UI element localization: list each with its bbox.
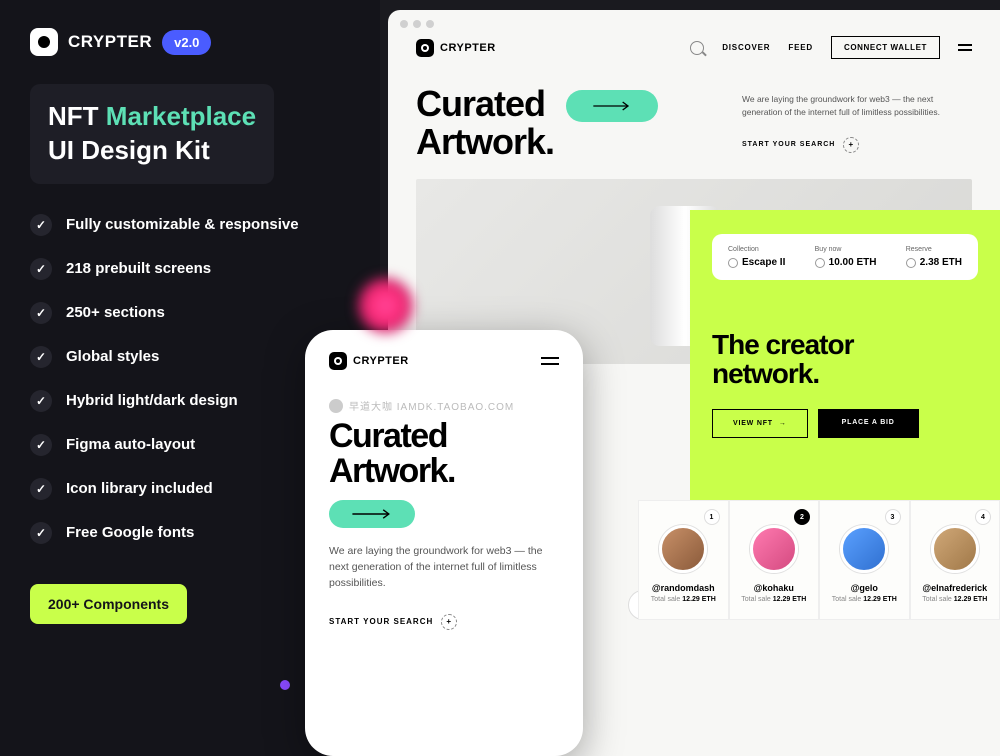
crypter-logo-icon: [416, 39, 434, 57]
decorative-dot: [280, 680, 290, 690]
tagline-uikit: UI Design Kit: [48, 134, 256, 168]
mobile-preview: CRYPTER 早道大咖 IAMDK.TAOBAO.COM Curated Ar…: [305, 330, 583, 756]
check-icon: [30, 258, 52, 280]
check-icon: [30, 302, 52, 324]
start-search-link[interactable]: START YOUR SEARCH +: [329, 614, 559, 630]
avatar: [750, 525, 798, 573]
creator-heading: The creator network.: [712, 330, 978, 389]
hero-section: Curated Artwork. We are laying the groun…: [388, 77, 1000, 179]
components-badge: 200+ Components: [30, 584, 187, 624]
plus-circle-icon: +: [441, 614, 457, 630]
check-icon: [30, 434, 52, 456]
rank-badge: 2: [794, 509, 810, 525]
mobile-hero-subtitle: We are laying the groundwork for web3 — …: [329, 544, 559, 591]
check-icon: [30, 390, 52, 412]
avatar: [659, 525, 707, 573]
feature-item: Global styles: [30, 346, 350, 368]
window-controls: [400, 20, 434, 28]
tagline-nft: NFT: [48, 101, 99, 131]
feature-item: Figma auto-layout: [30, 434, 350, 456]
nav-brand[interactable]: CRYPTER: [329, 352, 409, 370]
creator-card[interactable]: 1 @randomdash Total sale 12.29 ETH: [638, 500, 729, 620]
rank-badge: 1: [704, 509, 720, 525]
arrow-pill-icon[interactable]: [566, 90, 658, 122]
connect-wallet-button[interactable]: CONNECT WALLET: [831, 36, 940, 59]
creator-name: @gelo: [830, 583, 899, 593]
brand-name: CRYPTER: [68, 32, 152, 52]
menu-icon[interactable]: [958, 44, 972, 51]
creator-network-panel: Collection Escape II Buy now 10.00 ETH R…: [690, 210, 1000, 500]
arrow-pill-icon[interactable]: [329, 500, 415, 528]
tagline: NFT Marketplace UI Design Kit: [30, 84, 274, 184]
version-badge: v2.0: [162, 30, 211, 55]
hero-subtitle: We are laying the groundwork for web3 — …: [742, 93, 972, 119]
creator-sale: Total sale 12.29 ETH: [740, 596, 809, 603]
search-icon[interactable]: [690, 41, 704, 55]
rank-badge: 3: [885, 509, 901, 525]
creator-sale: Total sale 12.29 ETH: [649, 596, 718, 603]
plus-circle-icon: +: [843, 137, 859, 153]
feature-item: Hybrid light/dark design: [30, 390, 350, 412]
creator-card[interactable]: 4 @elnafrederick Total sale 12.29 ETH: [910, 500, 1000, 620]
creator-name: @randomdash: [649, 583, 718, 593]
feature-item: Free Google fonts: [30, 522, 350, 544]
menu-icon[interactable]: [541, 357, 559, 365]
rank-badge: 4: [975, 509, 991, 525]
crypter-logo-icon: [30, 28, 58, 56]
creator-name: @kohaku: [740, 583, 809, 593]
decorative-orb: [358, 278, 413, 333]
check-icon: [30, 214, 52, 236]
feature-item: 218 prebuilt screens: [30, 258, 350, 280]
mobile-hero-title: Curated Artwork.: [329, 419, 559, 488]
watermark-icon: [329, 399, 343, 413]
nft-info-card: Collection Escape II Buy now 10.00 ETH R…: [712, 234, 978, 280]
creator-sale: Total sale 12.29 ETH: [830, 596, 899, 603]
arrow-right-icon: →: [779, 420, 787, 427]
tagline-marketplace: Marketplace: [106, 101, 256, 131]
hero-title: Curated Artwork.: [416, 85, 712, 161]
mobile-nav: CRYPTER: [329, 352, 559, 370]
feature-item: Fully customizable & responsive: [30, 214, 350, 236]
avatar: [840, 525, 888, 573]
feature-item: 250+ sections: [30, 302, 350, 324]
nav-feed[interactable]: FEED: [788, 43, 813, 52]
creator-name: @elnafrederick: [921, 583, 990, 593]
check-icon: [30, 522, 52, 544]
avatar: [931, 525, 979, 573]
creator-card[interactable]: 3 @gelo Total sale 12.29 ETH: [819, 500, 910, 620]
view-nft-button[interactable]: VIEW NFT→: [712, 409, 808, 438]
info-collection: Collection Escape II: [728, 246, 785, 268]
crypter-logo-icon: [329, 352, 347, 370]
check-icon: [30, 346, 52, 368]
nav-brand[interactable]: CRYPTER: [416, 39, 496, 57]
desktop-nav: CRYPTER DISCOVER FEED CONNECT WALLET: [388, 10, 1000, 77]
start-search-link[interactable]: START YOUR SEARCH +: [742, 137, 972, 153]
creator-sale: Total sale 12.29 ETH: [921, 596, 990, 603]
info-reserve: Reserve 2.38 ETH: [906, 246, 962, 268]
nav-discover[interactable]: DISCOVER: [722, 43, 770, 52]
check-icon: [30, 478, 52, 500]
creators-grid: 1 @randomdash Total sale 12.29 ETH 2 @ko…: [638, 500, 1000, 620]
place-bid-button[interactable]: PLACE A BID: [818, 409, 919, 438]
feature-item: Icon library included: [30, 478, 350, 500]
watermark: 早道大咖 IAMDK.TAOBAO.COM: [329, 398, 559, 413]
creator-card[interactable]: 2 @kohaku Total sale 12.29 ETH: [729, 500, 820, 620]
info-buynow: Buy now 10.00 ETH: [815, 246, 877, 268]
brand-row: CRYPTER v2.0: [30, 28, 350, 56]
feature-list: Fully customizable & responsive 218 preb…: [30, 214, 350, 544]
